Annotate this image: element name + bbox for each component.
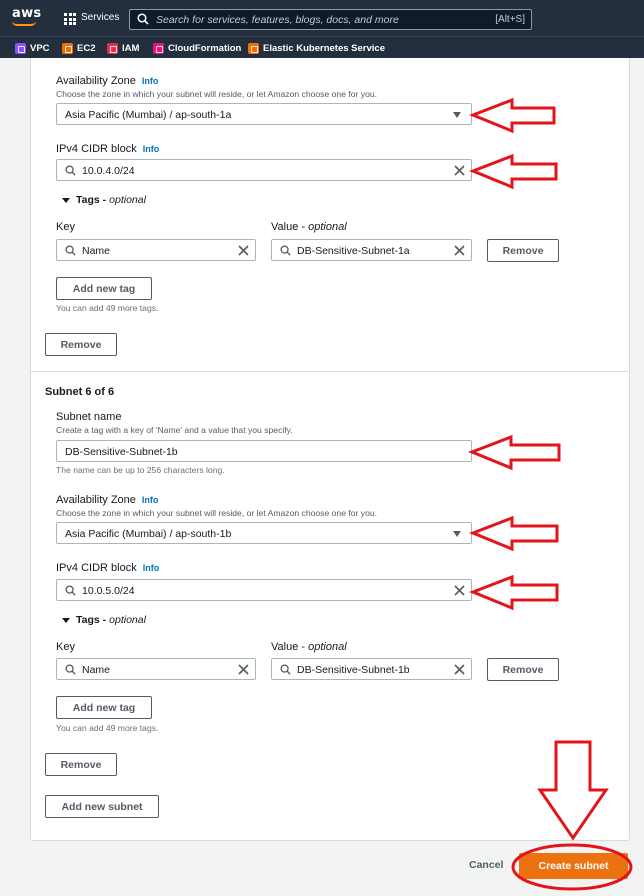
remove-subnet-button[interactable]: Remove — [45, 753, 117, 776]
caret-down-icon — [453, 112, 461, 118]
remove-tag-button[interactable]: Remove — [487, 658, 559, 681]
add-new-tag-button[interactable]: Add new tag — [56, 696, 152, 719]
tag-key-label: Key — [56, 641, 75, 653]
search-icon — [65, 165, 76, 176]
selected-zone: Asia Pacific (Mumbai) / ap-south-1a — [65, 109, 232, 121]
search-icon — [65, 664, 76, 675]
ipv4-cidr-input[interactable]: 10.0.5.0/24 — [56, 579, 472, 601]
favorite-label: EC2 — [77, 42, 96, 54]
az-label: Availability Zone Info — [56, 75, 159, 87]
add-new-subnet-button[interactable]: Add new subnet — [45, 795, 159, 818]
tag-key-value: Name — [82, 245, 111, 257]
tags-remaining-hint: You can add 49 more tags. — [56, 723, 159, 733]
services-menu[interactable]: Services — [81, 12, 119, 23]
section-divider — [30, 371, 630, 372]
eks-icon — [248, 42, 259, 54]
caret-down-icon — [62, 617, 70, 623]
tag-value-text: DB-Sensitive-Subnet-1b — [297, 664, 410, 676]
selected-zone: Asia Pacific (Mumbai) / ap-south-1b — [65, 528, 232, 540]
az-label: Availability Zone Info — [56, 494, 159, 506]
favorite-label: IAM — [122, 42, 140, 54]
search-input[interactable]: Search for services, features, blogs, do… — [129, 9, 532, 30]
availability-zone-select[interactable]: Asia Pacific (Mumbai) / ap-south-1b — [56, 522, 472, 544]
ec2-icon — [62, 42, 73, 54]
subnet-name-value: DB-Sensitive-Subnet-1b — [65, 446, 178, 458]
favorite-eks[interactable]: Elastic Kubernetes Service — [248, 41, 385, 55]
tag-key-input[interactable]: Name — [56, 239, 256, 261]
tags-remaining-hint: You can add 49 more tags. — [56, 303, 159, 313]
search-icon — [280, 245, 291, 256]
favorite-iam[interactable]: IAM — [107, 41, 139, 55]
cancel-button[interactable]: Cancel — [469, 859, 503, 871]
az-description: Choose the zone in which your subnet wil… — [56, 89, 378, 99]
caret-down-icon — [62, 197, 70, 203]
aws-logo-smile — [12, 21, 36, 26]
create-subnet-button[interactable]: Create subnet — [519, 853, 628, 879]
caret-down-icon — [453, 531, 461, 537]
search-icon — [65, 245, 76, 256]
favorite-ec2[interactable]: EC2 — [62, 41, 95, 55]
tag-key-value: Name — [82, 664, 111, 676]
services-grid-icon[interactable] — [64, 13, 76, 25]
tag-value-label: Value - optional — [271, 221, 347, 233]
favorite-label: CloudFormation — [168, 42, 242, 54]
add-new-tag-button[interactable]: Add new tag — [56, 277, 152, 300]
tag-key-input[interactable]: Name — [56, 658, 256, 680]
favorite-cloudformation[interactable]: CloudFormation — [153, 41, 241, 55]
subnet-name-hint: The name can be up to 256 characters lon… — [56, 465, 225, 475]
cidr-label: IPv4 CIDR block Info — [56, 143, 160, 155]
availability-zone-select[interactable]: Asia Pacific (Mumbai) / ap-south-1a — [56, 103, 472, 125]
iam-icon — [107, 42, 118, 54]
subnet-name-description: Create a tag with a key of 'Name' and a … — [56, 425, 293, 435]
close-icon[interactable] — [454, 165, 465, 176]
search-placeholder: Search for services, features, blogs, do… — [156, 14, 399, 26]
favorites-bar: VPC EC2 IAM CloudFormation Elastic Kuber… — [0, 36, 644, 58]
search-shortcut: [Alt+S] — [495, 14, 525, 25]
az-description: Choose the zone in which your subnet wil… — [56, 508, 378, 518]
search-icon — [65, 585, 76, 596]
close-icon[interactable] — [454, 245, 465, 256]
remove-subnet-button[interactable]: Remove — [45, 333, 117, 356]
remove-tag-button[interactable]: Remove — [487, 239, 559, 262]
close-icon[interactable] — [238, 245, 249, 256]
cidr-label: IPv4 CIDR block Info — [56, 562, 160, 574]
tag-value-input[interactable]: DB-Sensitive-Subnet-1b — [271, 658, 472, 680]
info-link[interactable]: Info — [143, 563, 160, 573]
favorite-label: VPC — [30, 42, 50, 54]
tag-value-label: Value - optional — [271, 641, 347, 653]
search-icon — [280, 664, 291, 675]
cidr-value: 10.0.4.0/24 — [82, 165, 135, 177]
tags-expander[interactable]: Tags - optional — [62, 194, 146, 206]
aws-logo[interactable]: aws — [12, 6, 41, 21]
ipv4-cidr-input[interactable]: 10.0.4.0/24 — [56, 159, 472, 181]
subnet-heading: Subnet 6 of 6 — [45, 386, 115, 398]
close-icon[interactable] — [454, 585, 465, 596]
close-icon[interactable] — [238, 664, 249, 675]
tag-value-input[interactable]: DB-Sensitive-Subnet-1a — [271, 239, 472, 261]
info-link[interactable]: Info — [143, 144, 160, 154]
tags-expander[interactable]: Tags - optional — [62, 614, 146, 626]
cidr-value: 10.0.5.0/24 — [82, 585, 135, 597]
top-navigation-bar: aws Services Search for services, featur… — [0, 0, 644, 36]
info-link[interactable]: Info — [142, 76, 159, 86]
close-icon[interactable] — [454, 664, 465, 675]
search-icon — [137, 13, 149, 25]
tag-key-label: Key — [56, 221, 75, 233]
favorite-vpc[interactable]: VPC — [15, 41, 50, 55]
subnet-name-input[interactable]: DB-Sensitive-Subnet-1b — [56, 440, 472, 462]
info-link[interactable]: Info — [142, 495, 159, 505]
cloudformation-icon — [153, 42, 164, 54]
subnet-name-label: Subnet name — [56, 411, 122, 423]
favorite-label: Elastic Kubernetes Service — [263, 42, 385, 54]
tag-value-text: DB-Sensitive-Subnet-1a — [297, 245, 410, 257]
vpc-icon — [15, 42, 26, 54]
